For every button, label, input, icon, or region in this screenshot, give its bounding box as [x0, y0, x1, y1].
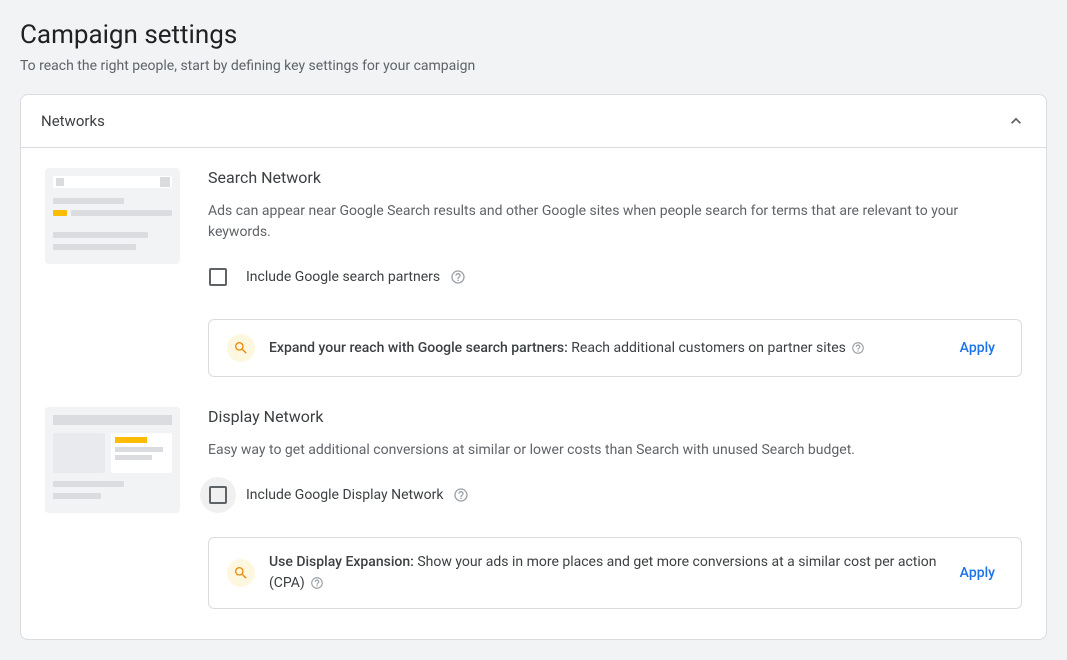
callout-body: Reach additional customers on partner si… [568, 340, 850, 356]
page-title: Campaign settings [20, 20, 1047, 50]
display-network-section: Display Network Easy way to get addition… [21, 407, 1046, 609]
card-header[interactable]: Networks [21, 95, 1046, 148]
search-partners-checkbox-row: Include Google search partners [208, 259, 1022, 295]
help-icon[interactable] [310, 576, 324, 590]
display-network-thumbnail [45, 407, 180, 609]
search-icon [233, 565, 249, 581]
search-network-content: Search Network Ads can appear near Googl… [208, 168, 1022, 377]
search-partners-checkbox[interactable] [209, 268, 227, 286]
checkbox-container [200, 259, 236, 295]
search-partners-callout: Expand your reach with Google search par… [208, 319, 1022, 377]
page-subtitle: To reach the right people, start by defi… [20, 58, 1047, 74]
search-apply-button[interactable]: Apply [952, 334, 1003, 362]
chevron-up-icon [1006, 111, 1026, 131]
display-network-description: Easy way to get additional conversions a… [208, 440, 1022, 461]
display-apply-button[interactable]: Apply [952, 559, 1003, 587]
display-network-title: Display Network [208, 407, 1022, 426]
display-expansion-callout: Use Display Expansion: Show your ads in … [208, 537, 1022, 609]
search-callout-text: Expand your reach with Google search par… [269, 338, 938, 359]
help-icon[interactable] [851, 341, 865, 355]
display-checkbox-row: Include Google Display Network [208, 477, 1022, 513]
display-network-label: Include Google Display Network [246, 487, 443, 503]
display-callout-text: Use Display Expansion: Show your ads in … [269, 552, 938, 594]
display-network-content: Display Network Easy way to get addition… [208, 407, 1022, 609]
callout-bold: Expand your reach with Google search par… [269, 340, 568, 356]
callout-icon-wrap [227, 559, 255, 587]
help-icon[interactable] [450, 269, 466, 285]
search-network-description: Ads can appear near Google Search result… [208, 201, 1022, 243]
search-network-thumbnail [45, 168, 180, 377]
card-title: Networks [41, 112, 105, 130]
callout-bold: Use Display Expansion: [269, 554, 414, 570]
search-icon [233, 340, 249, 356]
card-body: Search Network Ads can appear near Googl… [21, 148, 1046, 639]
help-icon[interactable] [453, 487, 469, 503]
display-network-checkbox[interactable] [209, 486, 227, 504]
search-network-section: Search Network Ads can appear near Googl… [21, 168, 1046, 377]
search-network-title: Search Network [208, 168, 1022, 187]
search-partners-label: Include Google search partners [246, 269, 440, 285]
networks-card: Networks Search Network [20, 94, 1047, 640]
checkbox-container [200, 477, 236, 513]
callout-icon-wrap [227, 334, 255, 362]
